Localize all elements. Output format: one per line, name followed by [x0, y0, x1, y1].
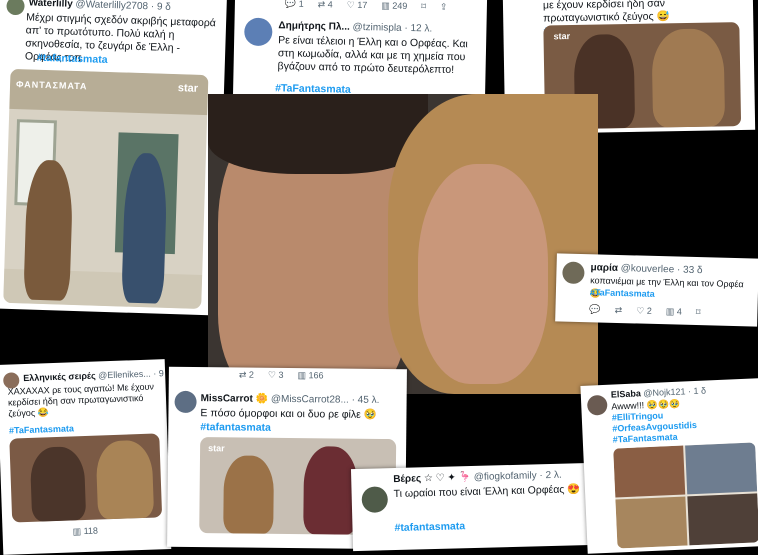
tweet-text: Ρε είναι τέλειοι η Έλλη και ο Ορφέας. Κα… [277, 34, 468, 76]
hashtag[interactable]: #TaFantasmata [9, 422, 74, 437]
reply-icon[interactable]: 💬 [589, 304, 600, 315]
retweet-icon[interactable]: ⇄ [615, 305, 623, 316]
share-icon[interactable]: ⇪ [440, 2, 448, 13]
user-handle: @tzimispla · 12 λ. [352, 21, 433, 35]
user-name[interactable]: Waterlilly [28, 0, 72, 10]
views-icon[interactable]: ▥ 249 [381, 0, 407, 12]
hashtag[interactable]: #tafantasmata [394, 520, 465, 535]
reply-icon[interactable]: 💬 1 [285, 0, 304, 10]
stats-row: 💬 ⇄ ♡ 2 ▥ 4 ⌑ [589, 304, 700, 318]
tweet-card-veres[interactable]: Βέρες ☆ ♡ ✦ 🦩 @fiogkofamily · 2 λ. Τι ωρ… [350, 462, 596, 552]
star-channel-logo: star [177, 82, 199, 95]
grid-image-4[interactable] [687, 493, 758, 546]
tweet-card-waterlilly[interactable]: Waterlilly @Waterlilly2708 · 9 δ Μέχρι σ… [0, 0, 227, 316]
user-handle: @Nojk121 · 1 δ [643, 385, 707, 399]
woman-figure [651, 28, 726, 128]
grid-image-1[interactable] [613, 445, 686, 498]
tweet-card-dimitris[interactable]: 💬 1 ⇄ 4 ♡ 17 ▥ 249 ⌑ ⇪ Δημήτρης Πλ... @t… [232, 0, 488, 104]
grid-image-2[interactable] [685, 442, 758, 495]
woman-figure [223, 455, 275, 534]
man-figure [29, 446, 87, 522]
user-name[interactable]: μαρία [590, 262, 618, 274]
user-name[interactable]: ElSaba [611, 388, 641, 399]
main-poster-image [208, 94, 598, 394]
views-icon[interactable]: ▥ 166 [297, 370, 323, 381]
user-handle: @MissCarrot28... · 45 λ. [270, 393, 380, 406]
views-icon[interactable]: ▥ 118 [72, 526, 98, 538]
bookmark-icon[interactable]: ⌑ [696, 307, 701, 318]
avatar[interactable] [174, 390, 197, 414]
user-handle: @Ellenikes... · 9 λ. [98, 367, 172, 381]
tweet-photo-grid[interactable] [613, 442, 758, 549]
man-figure [303, 446, 359, 535]
like-icon[interactable]: ♡ 2 [636, 305, 652, 316]
stats-row: ▥ 118 [72, 526, 98, 538]
stats-row-top: ⇄ 2 ♡ 3 ▥ 166 [239, 369, 324, 381]
user-handle: @Waterlilly2708 · 9 δ [75, 0, 172, 13]
user-name[interactable]: Δημήτρης Πλ... [278, 20, 350, 32]
retweet-icon[interactable]: ⇄ 2 [239, 369, 254, 380]
tweet-text: Ε πόσο όμορφοι και οι δυο ρε φίλε 🥹 [200, 407, 377, 421]
avatar[interactable] [586, 394, 608, 416]
tweet-card-ellinikes[interactable]: Ελληνικές σειρές @Ellenikes... · 9 λ. ΧΑ… [0, 359, 172, 555]
user-name[interactable]: MissCarrot [201, 393, 253, 405]
avatar[interactable] [6, 0, 25, 16]
user-name[interactable]: Ελληνικές σειρές [23, 371, 96, 384]
star-channel-logo: star [553, 31, 571, 42]
woman-face [418, 164, 548, 384]
woman-figure [95, 439, 155, 520]
user-handle: @kouverlee · 33 δ [620, 263, 703, 277]
bookmark-icon[interactable]: ⌑ [421, 1, 426, 12]
avatar[interactable] [244, 17, 273, 47]
tweet-text: Τι ωραίοι που είναι Έλλη και Ορφέας 😍 [393, 483, 581, 501]
tweet-photo[interactable] [9, 433, 163, 523]
like-icon[interactable]: ♡ 17 [347, 0, 368, 11]
user-name[interactable]: Βέρες [393, 473, 421, 485]
retweet-icon[interactable]: ⇄ 4 [318, 0, 333, 10]
hashtag[interactable]: #tafantasmata [37, 52, 108, 67]
hashtag[interactable]: #TaFantasmata [613, 432, 678, 445]
hashtag[interactable]: #tafantasmata [200, 421, 271, 435]
avatar[interactable] [361, 486, 389, 513]
avatar[interactable] [562, 261, 585, 285]
like-icon[interactable]: ♡ 3 [268, 370, 284, 381]
tweet-card-maria[interactable]: μαρία @kouverlee · 33 δ κοπανιέμαι με τη… [555, 253, 758, 327]
tweet-photo[interactable]: ΦΑΝΤΑΣΜΑΤΑ star [3, 68, 209, 310]
star-channel-logo: star [208, 443, 225, 454]
stats-row-top: 💬 1 ⇄ 4 ♡ 17 ▥ 249 ⌑ ⇪ [285, 0, 448, 13]
hashtag[interactable]: #TaFantasmata [590, 286, 655, 301]
man-hair [208, 94, 428, 174]
views-icon[interactable]: ▥ 4 [666, 306, 682, 317]
user-handle: @fiogkofamily · 2 λ. [473, 469, 562, 483]
tweet-card-elsaba[interactable]: ElSaba @Nojk121 · 1 δ Awww!!! 🥹🥹🥹 #ElliT… [580, 378, 758, 554]
tweet-text: ΧΑΧΑΧΑΧ ρε τους αγαπώ! Με έχουν κερδίσει… [7, 381, 155, 419]
